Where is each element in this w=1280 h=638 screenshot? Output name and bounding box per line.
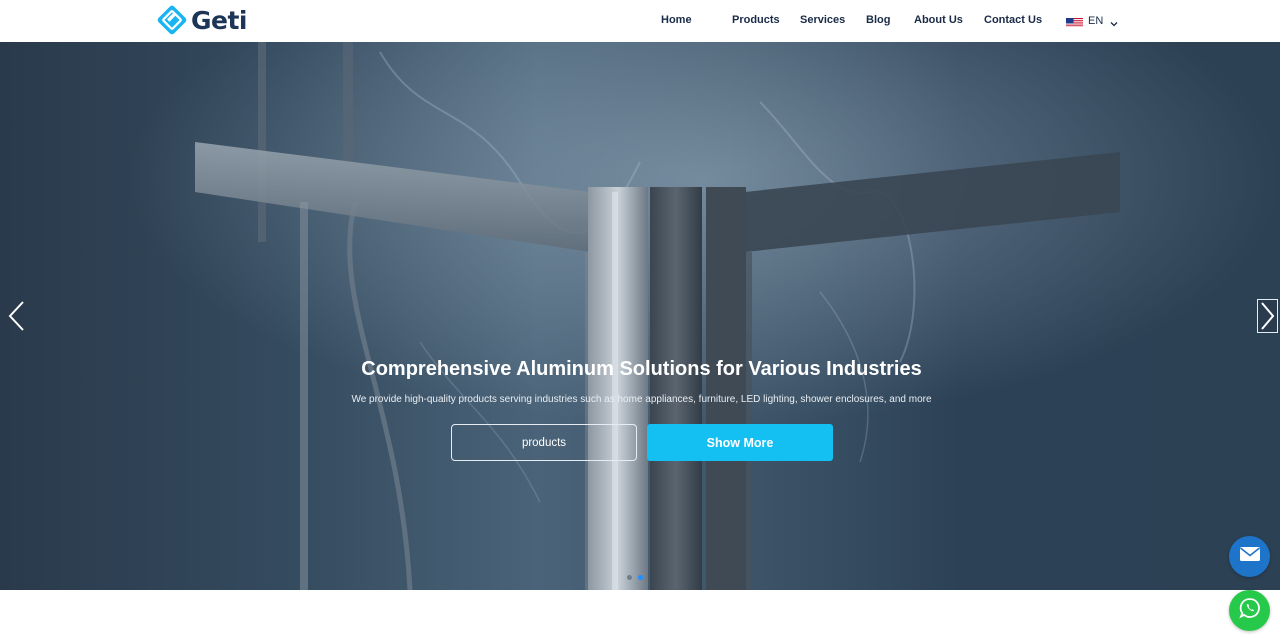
brand-name: Geti <box>191 5 248 35</box>
logo[interactable]: Geti <box>156 3 248 37</box>
chevron-right-icon[interactable] <box>1257 299 1278 333</box>
slider-pagination <box>627 575 643 580</box>
site-header: Geti Home Products Services Blog About U… <box>0 0 1280 42</box>
chevron-left-icon[interactable] <box>6 300 28 332</box>
nav-item-about-us[interactable]: About Us <box>914 14 963 26</box>
hero-subtitle: We provide high-quality products serving… <box>351 394 932 405</box>
language-selector[interactable]: EN <box>1066 13 1119 29</box>
mail-icon <box>1239 546 1261 567</box>
mail-button[interactable] <box>1229 536 1270 577</box>
nav-item-contact-us[interactable]: Contact Us <box>984 14 1042 26</box>
products-button[interactable]: products <box>451 424 637 461</box>
hero-slider: Comprehensive Aluminum Solutions for Var… <box>0 42 1280 590</box>
language-label: EN <box>1088 15 1104 27</box>
whatsapp-button[interactable] <box>1229 590 1270 631</box>
nav-item-blog[interactable]: Blog <box>866 14 890 26</box>
geti-logo-icon <box>156 4 188 36</box>
whatsapp-icon <box>1238 597 1261 624</box>
nav-item-products[interactable]: Products <box>732 14 780 26</box>
hero-background-image <box>0 42 1280 590</box>
nav-item-services[interactable]: Services <box>800 14 845 26</box>
chevron-down-icon <box>1109 16 1119 27</box>
nav-item-home[interactable]: Home <box>661 14 692 26</box>
show-more-button[interactable]: Show More <box>647 424 833 461</box>
hero-title: Comprehensive Aluminum Solutions for Var… <box>361 358 922 380</box>
us-flag-icon <box>1066 16 1083 27</box>
slider-dot-2[interactable] <box>638 575 643 580</box>
slider-dot-1[interactable] <box>627 575 632 580</box>
